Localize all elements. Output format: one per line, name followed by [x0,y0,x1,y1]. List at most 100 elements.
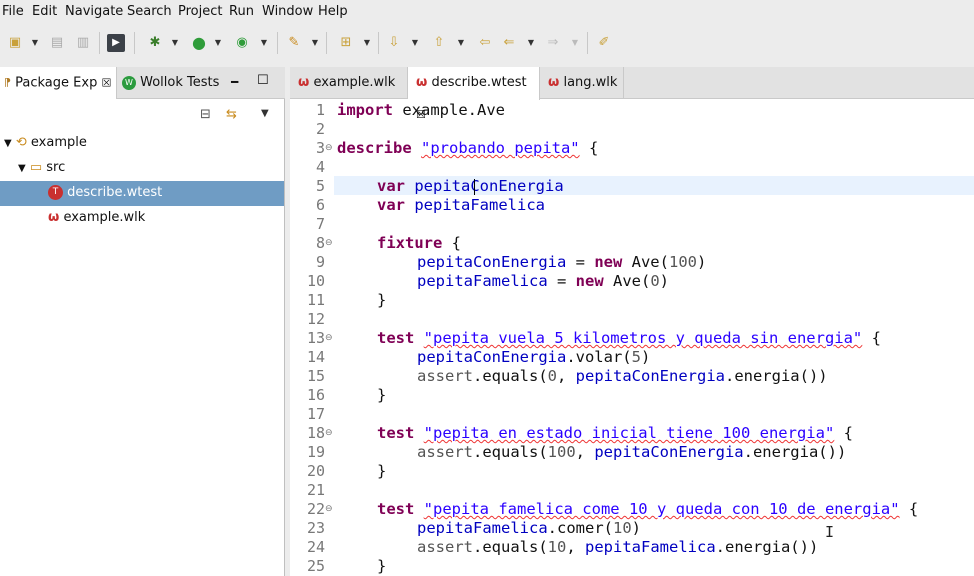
menu-edit[interactable]: Edit [32,4,57,19]
expanded-arrow-icon[interactable]: ▼ [18,163,26,174]
tab-label: lang.wlk [563,75,618,90]
code-text: ) [640,348,651,366]
number-literal: 10 [612,519,632,537]
save-all-icon[interactable]: ▥ [74,34,92,52]
menu-file[interactable]: File [2,4,24,19]
wollok-tests-icon: W [122,75,136,90]
line-number: 23 [306,519,325,537]
menu-bar: File Edit Navigate Search Project Run Wi… [0,0,974,24]
code-line: assert.equals(100, pepitaConEnergia.ener… [417,443,846,462]
fold-icon[interactable]: ⊖ [325,329,333,348]
external-tools-dropdown-icon[interactable]: ▼ [259,34,269,52]
tab-package-explorer[interactable]: ⁋ Package Exp ☒ [0,67,117,99]
tree-item-describe-wtest[interactable]: T describe.wtest [48,181,162,205]
menu-help[interactable]: Help [318,4,348,19]
wand-dropdown-icon[interactable]: ▼ [310,34,320,52]
field-name: pepitaConEnergia [594,443,744,461]
forward-icon[interactable]: ⇒ [544,34,562,52]
tab-describe-wtest[interactable]: ω describe.wtest ☒ [408,67,540,121]
menu-window[interactable]: Window [262,4,313,19]
debug-dropdown-icon[interactable]: ▼ [170,34,180,52]
debug-icon[interactable]: ✱ [146,34,164,52]
code-text: .energia()) [715,538,819,556]
pin-editor-icon[interactable]: ✐ [595,34,613,52]
next-annotation-dropdown-icon[interactable]: ▼ [410,34,420,52]
keyword: var [377,177,405,195]
new-dropdown-icon[interactable]: ▼ [30,34,40,52]
code-area[interactable]: import example.Ave describe "probando pe… [337,99,974,576]
minimize-icon[interactable]: ━ [231,75,238,89]
field-name: pepitaConEnergia [575,367,725,385]
tree-item-label: describe.wtest [67,185,163,200]
line-number: 8 [315,234,325,252]
line-number-gutter: 1 2 3 ⊖ 4 5 6 7 8 ⊖ 9 10 11 12 13 ⊖ 14 1… [290,99,334,576]
fold-icon[interactable]: ⊖ [325,234,333,253]
line-number: 10 [306,272,325,290]
tab-example-wlk[interactable]: ω example.wlk [290,67,408,99]
tree-item-label: example [30,135,87,150]
code-text: , [575,443,595,461]
keyword: new [575,272,604,290]
tab-wollok-tests[interactable]: W Wollok Tests [118,67,228,99]
code-line: pepitaConEnergia = new Ave(100) [417,253,706,272]
wlk-file-icon: ω [548,75,560,90]
external-tools-icon[interactable]: ◉ [233,34,251,52]
menu-run[interactable]: Run [229,4,254,19]
back-icon[interactable]: ⇐ [500,34,518,52]
menu-project[interactable]: Project [178,4,222,19]
tree-item-example-wlk[interactable]: ω example.wlk [48,206,145,230]
tree-item-src[interactable]: ▼ ▭ src [18,156,65,180]
new-icon[interactable]: ▣ [6,34,24,52]
line-number: 9 [315,253,325,271]
toolbar-separator [326,32,327,54]
collapse-all-icon[interactable]: ⊟ [200,107,211,122]
run-dropdown-icon[interactable]: ▼ [213,34,223,52]
tree-item-example[interactable]: ▼ ⟲ example [4,131,87,155]
code-text: .energia()) [743,443,847,461]
string-literal: "pepita famelica come 10 y queda con 10 … [423,500,900,518]
view-menu-icon[interactable]: ▼ [261,108,269,119]
toolbar-separator [99,32,100,54]
string-literal: "probando pepita" [421,139,580,157]
forward-dropdown-icon[interactable]: ▼ [570,34,580,52]
fold-icon[interactable]: ⊖ [325,139,333,158]
wand-icon[interactable]: ✎ [285,34,303,52]
expanded-arrow-icon[interactable]: ▼ [4,138,12,149]
last-edit-icon[interactable]: ⇦ [476,34,494,52]
keyword: fixture [377,234,443,252]
keyword: describe [337,139,412,157]
maximize-icon[interactable]: ☐ [257,73,269,88]
terminal-icon[interactable]: ▶ [107,34,125,52]
fold-icon[interactable]: ⊖ [325,424,333,443]
field-name: pepitaConEnergia [417,253,567,271]
code-text: ) [696,253,707,271]
tab-lang-wlk[interactable]: ω lang.wlk [540,67,624,99]
open-type-dropdown-icon[interactable]: ▼ [362,34,372,52]
fold-icon[interactable]: ⊖ [325,500,333,519]
prev-annotation-dropdown-icon[interactable]: ▼ [456,34,466,52]
open-type-icon[interactable]: ⊞ [337,34,355,52]
text-cursor [474,179,475,195]
back-dropdown-icon[interactable]: ▼ [526,34,536,52]
menu-search[interactable]: Search [127,4,172,19]
code-text: { [579,139,599,157]
line-number: 20 [306,462,325,480]
wtest-file-icon: T [48,185,63,200]
prev-annotation-icon[interactable]: ⇧ [430,34,448,52]
toolbar-separator [587,32,588,54]
line-number: 6 [315,196,325,214]
menu-navigate[interactable]: Navigate [65,4,123,19]
next-annotation-icon[interactable]: ⇩ [385,34,403,52]
toolbar-separator [378,32,379,54]
keyword: var [377,196,405,214]
code-text: = [566,253,595,271]
link-with-editor-icon[interactable]: ⇆ [226,107,237,122]
line-number: 21 [306,481,325,499]
close-icon[interactable]: ☒ [101,77,111,90]
number-literal: 100 [668,253,697,271]
run-icon[interactable]: ● [190,34,208,52]
left-panel-tabs: ⁋ Package Exp ☒ W Wollok Tests ━ ☐ [0,67,285,99]
code-text: ) [631,519,641,537]
string-literal: "pepita vuela 5 kilometros y queda sin e… [423,329,863,347]
save-icon[interactable]: ▤ [48,34,66,52]
